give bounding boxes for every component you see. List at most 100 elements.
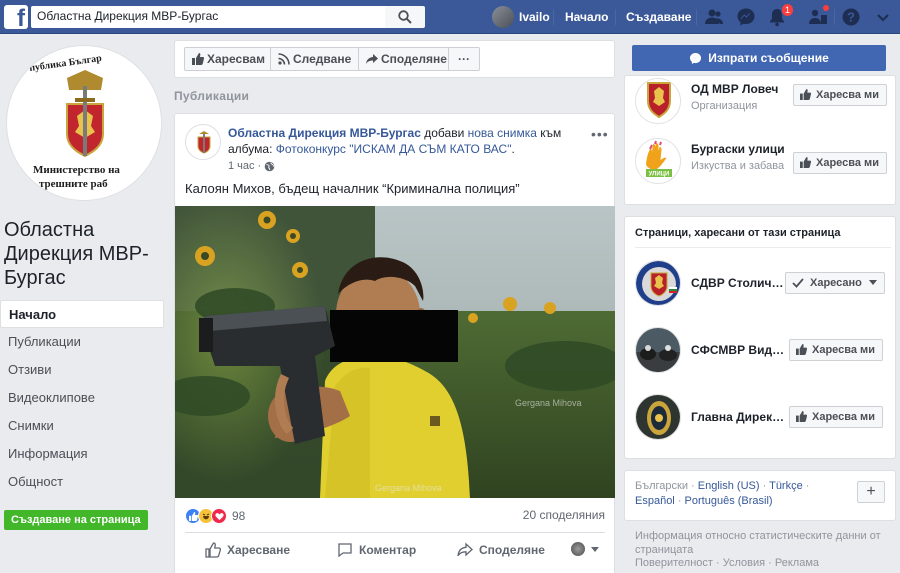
nav-divider [615, 9, 616, 25]
language-separator: · [687, 480, 698, 492]
language-link[interactable]: Türkçe [769, 480, 803, 492]
nav-item-posts[interactable]: Публикации [0, 328, 164, 356]
footer-link-ads[interactable]: Реклама [775, 557, 819, 569]
hand-logo-icon: УЛИЦИ [636, 139, 680, 183]
seal-bottom-text: Министерство на [33, 164, 120, 176]
seal-bottom-text-2: трешните раб [39, 178, 108, 190]
post-share-label: Споделяне [479, 543, 545, 557]
search-button[interactable] [385, 6, 425, 28]
like-page-button[interactable]: Харесва ми [793, 152, 887, 174]
notifications-badge: 1 [781, 3, 795, 17]
caret-down-icon [868, 280, 877, 285]
page-profile-picture[interactable]: публика Българ Министерство на трешните … [6, 45, 162, 201]
new-photo-link[interactable]: нова снимка [468, 126, 537, 140]
language-link[interactable]: English (US) [698, 480, 760, 492]
globe-icon[interactable] [264, 161, 275, 172]
photo-watermark: Gergana Mihova [515, 398, 582, 408]
page-logo-glavna-direkcia[interactable] [635, 394, 681, 440]
thumbs-up-icon [800, 89, 811, 100]
post-time-separator: · [257, 160, 262, 172]
facebook-logo[interactable]: f [4, 5, 28, 29]
posts-section-label: Публикации [174, 89, 250, 103]
post-like-button[interactable]: Харесване [205, 542, 290, 558]
post-photo[interactable]: Gergana Mihova Gergana Mihova [175, 206, 615, 498]
related-page-category: Изкуства и забава [691, 160, 785, 172]
create-page-button[interactable]: Създаване на страница [4, 510, 148, 530]
shares-count[interactable]: 20 споделяния [523, 508, 605, 522]
post-options-button[interactable]: ••• [591, 126, 609, 142]
reaction-count: 98 [232, 509, 246, 523]
like-page-button[interactable]: Харесва ми [789, 339, 883, 361]
like-page-button[interactable]: Харесва ми [789, 406, 883, 428]
user-name: Ivailo [519, 10, 550, 24]
nav-divider [553, 9, 554, 25]
nav-divider [696, 9, 697, 25]
chevron-down-icon[interactable] [873, 7, 893, 27]
language-separator: · [674, 495, 685, 507]
svg-text:?: ? [847, 10, 855, 25]
page-logo-sdvr[interactable] [635, 260, 681, 306]
add-language-button[interactable]: + [857, 481, 885, 503]
search-icon [398, 10, 412, 24]
related-page-name[interactable]: Бургаски улици [691, 142, 785, 156]
nav-item-home[interactable]: Начало [0, 300, 164, 328]
messenger-icon[interactable] [736, 7, 756, 27]
nav-item-photos[interactable]: Снимки [0, 412, 164, 440]
photo-watermark-2: Gergana Mihova [375, 483, 442, 493]
liked-page-name[interactable]: СФСМВР Вид… [691, 343, 784, 357]
current-language: Български [635, 480, 688, 492]
search-input[interactable]: Областна Дирекция МВР-Бургас [31, 6, 385, 28]
language-link[interactable]: Português (Brasil) [685, 495, 773, 507]
post-comment-button[interactable]: Коментар [337, 542, 416, 558]
page-logo-sfsmvr[interactable] [635, 327, 681, 373]
nav-create-link[interactable]: Създаване [626, 10, 691, 24]
page-navigation: Начало Публикации Отзиви Видеоклипове Сн… [0, 300, 164, 496]
album-link[interactable]: Фотоконкурс "ИСКАМ ДА СЪМ КАТО ВАС" [276, 142, 512, 156]
post-author-link[interactable]: Областна Дирекция МВР-Бургас [228, 126, 421, 140]
like-page-label: Харесвам [207, 52, 265, 66]
page-logo-od-mvr-lovech[interactable] [635, 78, 681, 124]
motorcycles-photo-icon [636, 328, 680, 372]
language-separator: · [802, 480, 810, 492]
post-author-avatar[interactable] [185, 124, 221, 160]
nav-item-reviews[interactable]: Отзиви [0, 356, 164, 384]
related-page-name[interactable]: ОД МВР Ловеч [691, 82, 778, 96]
nav-item-videos[interactable]: Видеоклипове [0, 384, 164, 412]
like-page-button[interactable]: Харесва ми [793, 84, 887, 106]
footer-link-privacy[interactable]: Поверителност [635, 557, 713, 569]
nav-item-community[interactable]: Общност [0, 468, 164, 496]
liked-pages-title: Страници, харесани от тази страница [635, 227, 841, 239]
more-options-button[interactable]: ··· [448, 47, 480, 71]
send-message-button[interactable]: Изпрати съобщение [632, 45, 886, 71]
liked-page-name[interactable]: Главна Дирек… [691, 410, 784, 424]
post-as-selector[interactable] [571, 542, 599, 556]
like-page-button[interactable]: Харесвам [184, 47, 274, 71]
nav-item-about[interactable]: Информация [0, 440, 164, 468]
police-badge-icon [636, 261, 680, 305]
reactions-summary[interactable]: 98 [185, 508, 245, 524]
profile-link[interactable]: Ivailo [492, 6, 550, 28]
follow-page-button[interactable]: Следване [270, 47, 361, 71]
nav-home-link[interactable]: Начало [565, 10, 608, 24]
friend-requests-icon[interactable] [704, 7, 724, 27]
post-actions: Харесване Коментар Споделяне [185, 542, 605, 562]
love-reaction-icon [211, 508, 227, 524]
page-logo-burgas-streets[interactable]: УЛИЦИ [635, 138, 681, 184]
liked-status-button[interactable]: Харесано [785, 272, 885, 294]
related-page-category: Организация [691, 100, 758, 112]
share-arrow-icon [366, 54, 378, 64]
related-pages-card: ОД МВР Ловеч Организация Харесва ми УЛИЦ… [624, 75, 896, 205]
liked-page-name[interactable]: СДВР Столич… [691, 276, 783, 290]
comment-icon [338, 543, 352, 558]
post-time-text[interactable]: 1 час [228, 160, 255, 172]
rss-icon [278, 53, 290, 65]
language-link[interactable]: Español [635, 495, 675, 507]
share-page-button[interactable]: Споделяне [358, 47, 456, 71]
follow-page-label: Следване [293, 52, 352, 66]
post-share-button[interactable]: Споделяне [457, 542, 545, 558]
like-page-label: Харесва ми [816, 89, 879, 101]
help-icon[interactable]: ? [841, 7, 861, 27]
post-stats: 98 20 споделяния [185, 508, 605, 526]
footer-link-terms[interactable]: Условия [723, 557, 765, 569]
page-notifications-dot [822, 4, 830, 12]
